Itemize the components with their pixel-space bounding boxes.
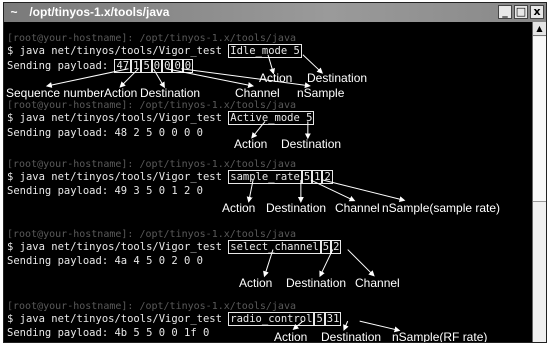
minimize-button[interactable]: _: [498, 5, 512, 19]
close-button[interactable]: x: [530, 5, 544, 19]
payload-value: 0: [182, 59, 194, 73]
annotation-label: Destination: [266, 201, 327, 215]
terminal-icon[interactable]: ~: [8, 3, 20, 22]
window-controls: _ □ x: [498, 5, 544, 19]
command-line: $ java net/tinyos/tools/Vigor_test selec…: [7, 240, 342, 254]
annotation-label: Action: [234, 137, 268, 151]
scroll-thumb[interactable]: [533, 37, 546, 202]
title-bar[interactable]: ~ /opt/tinyos-1.x/tools/java _ □ x: [4, 3, 546, 22]
payload-label: Sending payload:: [7, 185, 115, 197]
annotation-label: Action: [239, 276, 273, 290]
payload-label: Sending payload:: [7, 327, 115, 339]
payload-label: Sending payload:: [7, 60, 115, 72]
arg-box: radio_control: [228, 312, 315, 326]
arg-action: radio_control: [230, 313, 313, 325]
arg-nsample: 31: [324, 312, 342, 326]
arg-box: Active_mode 5: [228, 111, 315, 125]
annotation-arrow: [359, 320, 401, 333]
command-text: $ java net/tinyos/tools/Vigor_test: [7, 241, 229, 253]
payload-value: 5: [141, 59, 152, 73]
arg-action: select_channel: [230, 241, 319, 253]
command-line: $ java net/tinyos/tools/Vigor_test radio…: [7, 312, 342, 326]
annotation-arrow: [343, 320, 349, 331]
payload-label: Sending payload:: [7, 127, 115, 139]
payload-line: Sending payload: 49 3 5 0 1 2 0: [7, 185, 203, 198]
payload-values: 48 2 5 0 0 0 0: [114, 127, 203, 139]
annotation-label: Channel: [355, 276, 400, 290]
arg-channel: 1: [312, 170, 323, 184]
annotation-label: Destination: [307, 71, 368, 85]
payload-label: Sending payload:: [7, 255, 115, 267]
window-title: /opt/tinyos-1.x/tools/java: [29, 5, 170, 19]
arg-destination: 5: [293, 45, 300, 57]
payload-value: 1: [131, 59, 142, 73]
annotation-label: nSample(sample rate): [382, 201, 501, 215]
terminal-output[interactable]: [root@your-hostname]: /opt/tinyos-1.x/to…: [4, 22, 532, 342]
command-text: $ java net/tinyos/tools/Vigor_test: [7, 112, 229, 124]
arg-action: Idle_mode: [230, 45, 288, 57]
annotation-label: nSample: [297, 86, 345, 100]
arg-box: Idle_mode 5: [228, 44, 302, 58]
payload-line: Sending payload: 47 1 5 0 0 0 0: [7, 59, 194, 73]
scroll-up-icon[interactable]: ▲: [533, 22, 546, 36]
arg-box: sample_rate: [228, 170, 302, 184]
command-text: $ java net/tinyos/tools/Vigor_test: [7, 313, 229, 325]
arg-destination: 5: [306, 112, 313, 124]
arg-channel: 2: [331, 240, 342, 254]
annotation-label: Channel: [335, 201, 380, 215]
vertical-scrollbar[interactable]: ▲: [532, 22, 546, 342]
command-line: $ java net/tinyos/tools/Vigor_test Activ…: [7, 111, 315, 125]
terminal-window: ~ /opt/tinyos-1.x/tools/java _ □ x [root…: [3, 2, 547, 343]
payload-values: 4b 5 5 0 0 1f 0: [114, 327, 210, 339]
maximize-button[interactable]: □: [514, 5, 528, 19]
command-line: $ java net/tinyos/tools/Vigor_test Idle_…: [7, 44, 302, 58]
annotation-label: Destination: [281, 137, 342, 151]
payload-line: Sending payload: 48 2 5 0 0 0 0: [7, 127, 203, 140]
arg-action: sample_rate: [230, 171, 300, 183]
annotation-arrow: [322, 179, 406, 203]
payload-values: 4a 4 5 0 2 0 0: [114, 255, 203, 267]
payload-value: 0: [151, 59, 163, 73]
payload-value: 0: [172, 59, 183, 73]
payload-line: Sending payload: 4b 5 5 0 0 1f 0: [7, 327, 209, 340]
command-line: $ java net/tinyos/tools/Vigor_test sampl…: [7, 170, 333, 184]
annotation-label: Action: [274, 330, 308, 343]
arg-box: select_channel: [228, 240, 321, 254]
arg-destination: 5: [320, 240, 332, 254]
annotation-label: Action: [259, 71, 293, 85]
command-text: $ java net/tinyos/tools/Vigor_test: [7, 171, 229, 183]
annotation-label: Destination: [321, 330, 382, 343]
annotation-label: Destination: [286, 276, 347, 290]
arg-destination: 5: [301, 170, 313, 184]
annotation-arrow: [302, 54, 323, 74]
payload-values: 49 3 5 0 1 2 0: [114, 185, 203, 197]
arg-nsample: 2: [322, 170, 333, 184]
annotation-arrow: [347, 249, 375, 277]
payload-value: 47: [114, 59, 132, 73]
annotation-label: Action: [222, 201, 256, 215]
payload-value: 0: [162, 59, 173, 73]
annotation-label: nSample(RF rate): [392, 330, 488, 343]
arg-action: Active_mode: [230, 112, 300, 124]
command-text: $ java net/tinyos/tools/Vigor_test: [7, 45, 229, 57]
arg-destination: 5: [314, 312, 325, 326]
payload-line: Sending payload: 4a 4 5 0 2 0 0: [7, 255, 203, 268]
